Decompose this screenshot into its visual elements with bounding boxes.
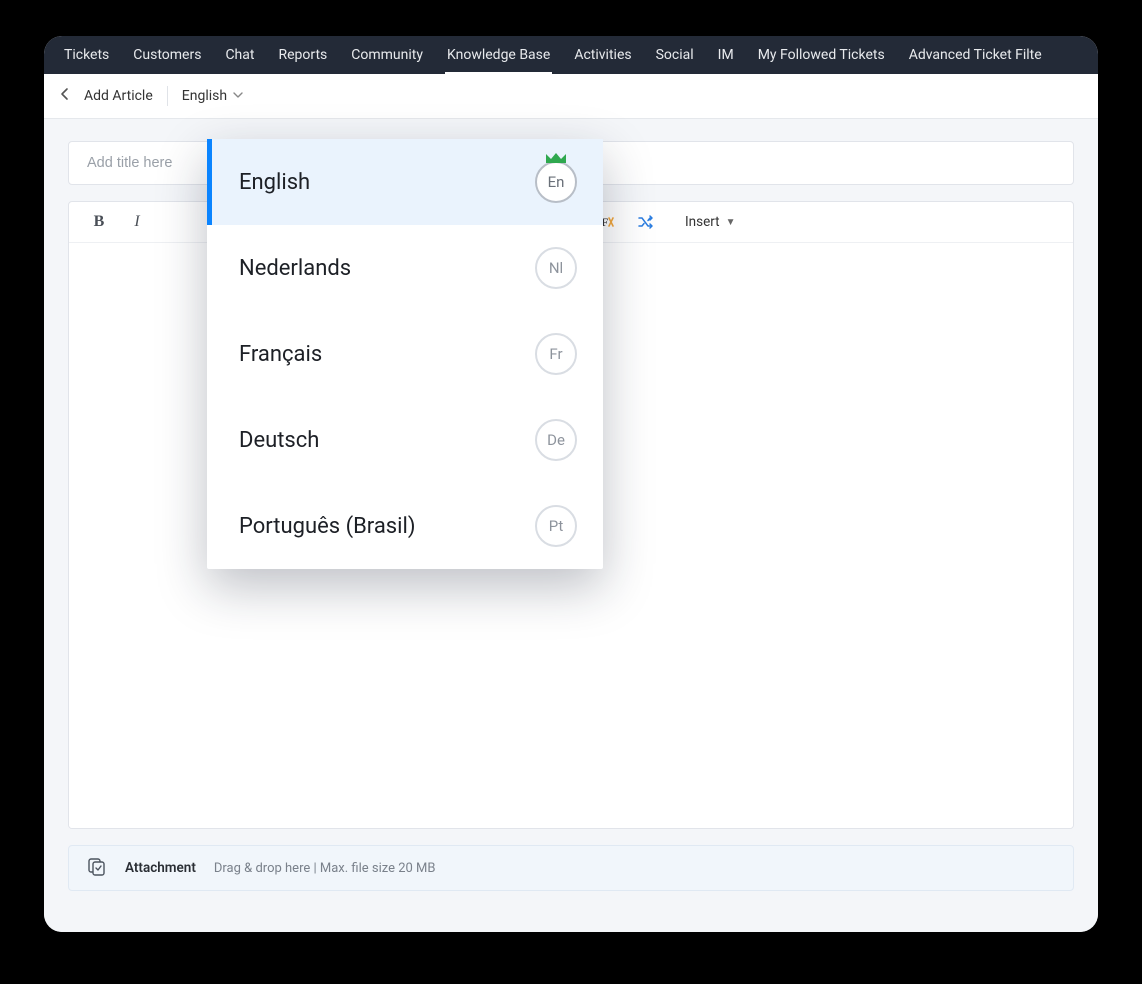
caret-down-icon: ▼ (726, 217, 736, 228)
language-option-nederlands[interactable]: Nederlands Nl (207, 225, 603, 311)
language-badge: Fr (535, 333, 577, 375)
language-label: English (182, 88, 227, 104)
top-nav: Tickets Customers Chat Reports Community… (44, 36, 1098, 74)
nav-item-reports[interactable]: Reports (266, 36, 339, 74)
nav-item-im[interactable]: IM (706, 36, 746, 74)
divider (167, 86, 168, 106)
language-badge: En (535, 161, 577, 203)
language-option-portugues[interactable]: Português (Brasil) Pt (207, 483, 603, 569)
language-name: Français (239, 342, 322, 367)
italic-button[interactable]: I (127, 212, 147, 232)
shuffle-button[interactable] (635, 212, 655, 232)
attachment-bar[interactable]: Attachment Drag & drop here | Max. file … (68, 845, 1074, 891)
bold-button[interactable]: B (89, 212, 109, 232)
insert-label: Insert (685, 214, 720, 230)
language-name: Português (Brasil) (239, 514, 416, 539)
nav-item-chat[interactable]: Chat (213, 36, 266, 74)
language-code: De (535, 419, 577, 461)
attachment-hint: Drag & drop here | Max. file size 20 MB (214, 861, 436, 876)
language-dropdown: English En Nederlands Nl Français Fr Deu… (207, 139, 603, 569)
nav-item-followed-tickets[interactable]: My Followed Tickets (746, 36, 897, 74)
insert-button[interactable]: Insert ▼ (685, 214, 735, 230)
app-window: Tickets Customers Chat Reports Community… (44, 36, 1098, 932)
sub-header: Add Article English (44, 74, 1098, 119)
back-icon[interactable] (60, 87, 70, 105)
nav-item-community[interactable]: Community (339, 36, 435, 74)
breadcrumb: Add Article (84, 88, 153, 104)
chevron-down-icon (233, 90, 243, 103)
attachment-label: Attachment (125, 860, 196, 876)
nav-item-knowledge-base[interactable]: Knowledge Base (435, 36, 562, 74)
language-option-francais[interactable]: Français Fr (207, 311, 603, 397)
language-name: English (239, 170, 310, 195)
language-name: Deutsch (239, 428, 319, 453)
crown-icon (544, 151, 568, 165)
language-code: En (535, 161, 577, 203)
nav-item-social[interactable]: Social (644, 36, 706, 74)
language-badge: De (535, 419, 577, 461)
language-option-deutsch[interactable]: Deutsch De (207, 397, 603, 483)
nav-item-tickets[interactable]: Tickets (52, 36, 121, 74)
language-badge: Nl (535, 247, 577, 289)
attachment-icon (87, 856, 107, 880)
nav-item-activities[interactable]: Activities (562, 36, 643, 74)
language-code: Fr (535, 333, 577, 375)
nav-item-customers[interactable]: Customers (121, 36, 213, 74)
language-selector[interactable]: English (182, 88, 243, 104)
language-name: Nederlands (239, 256, 351, 281)
language-option-english[interactable]: English En (207, 139, 603, 225)
language-badge: Pt (535, 505, 577, 547)
language-code: Nl (535, 247, 577, 289)
nav-item-advanced-ticket-filter[interactable]: Advanced Ticket Filte (897, 36, 1054, 74)
language-code: Pt (535, 505, 577, 547)
